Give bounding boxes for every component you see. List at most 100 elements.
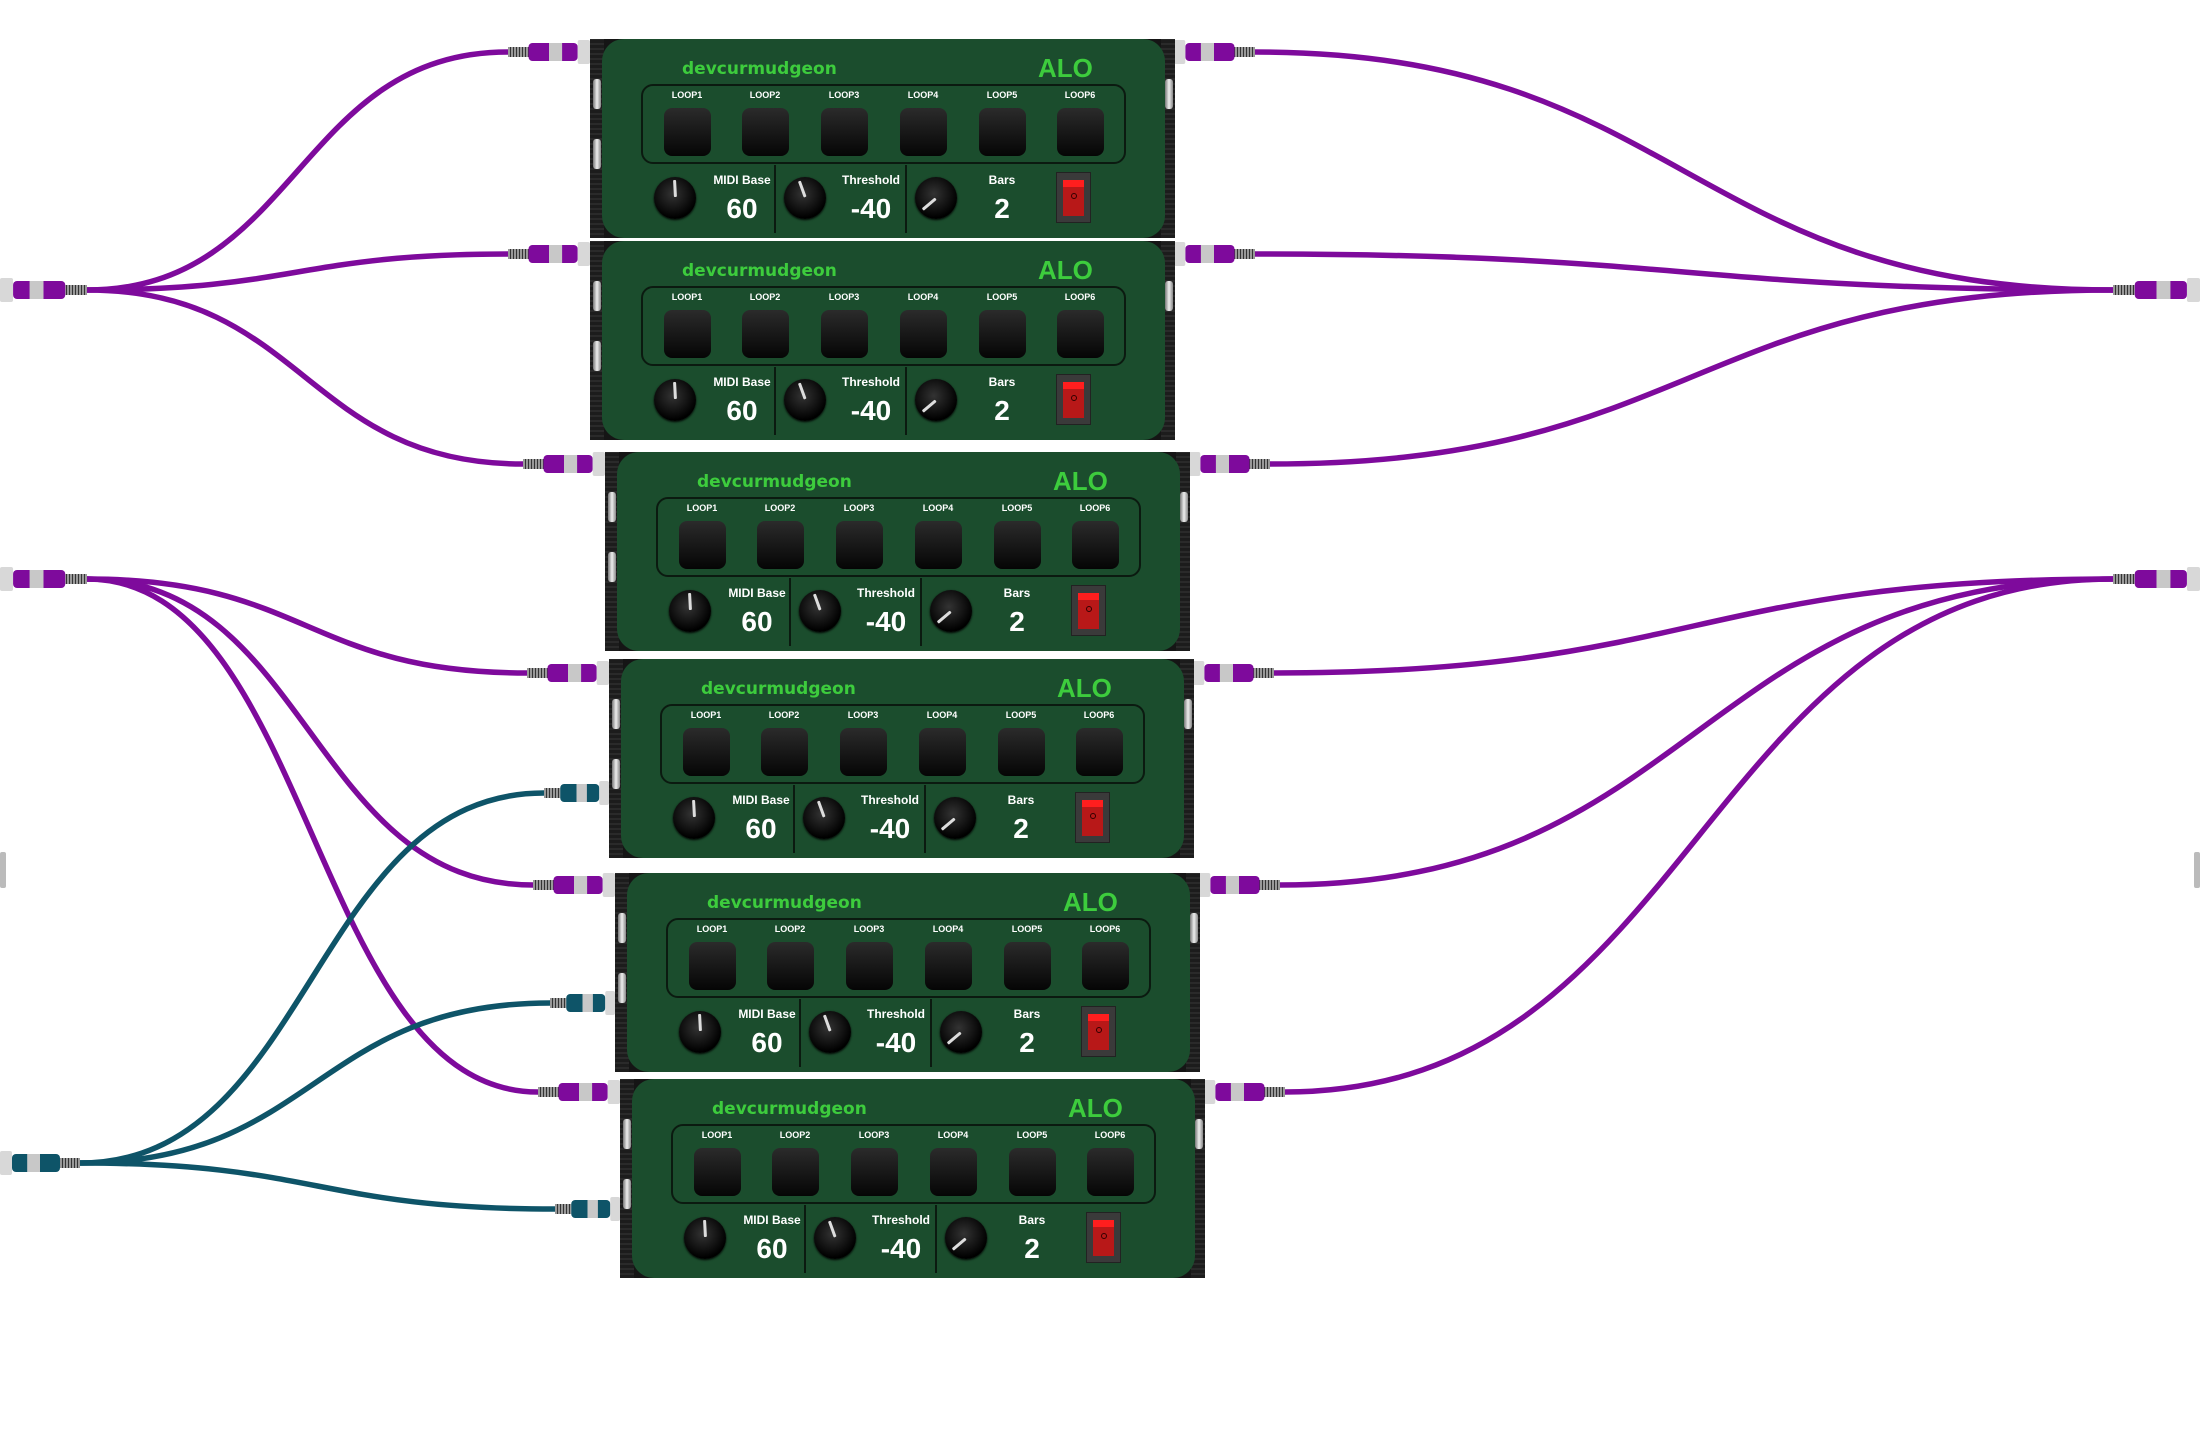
power-switch[interactable] [1081, 1006, 1116, 1057]
loop-3-button[interactable] [821, 108, 868, 156]
plug-icon[interactable] [2113, 278, 2200, 302]
patch-cable[interactable] [86, 576, 539, 1095]
power-switch[interactable] [1056, 374, 1091, 425]
loop-5-button[interactable] [979, 310, 1026, 358]
bars-knob[interactable] [940, 1011, 982, 1053]
loop-2-button[interactable] [742, 108, 789, 156]
loop-3-button[interactable] [846, 942, 893, 990]
loop-4-button[interactable] [919, 728, 966, 776]
loop-4-button[interactable] [900, 310, 947, 358]
bars-knob[interactable] [915, 379, 957, 421]
plug-icon[interactable] [1188, 452, 1270, 476]
loop-3-button[interactable] [840, 728, 887, 776]
power-switch[interactable] [1086, 1212, 1121, 1263]
side-jack[interactable] [1180, 492, 1188, 522]
plug-icon[interactable] [1203, 1080, 1285, 1104]
patch-cable[interactable] [79, 1000, 551, 1166]
plug-icon[interactable] [0, 1151, 80, 1175]
plug-icon[interactable] [544, 781, 609, 805]
plug-icon[interactable] [538, 1080, 620, 1104]
side-jack[interactable] [612, 699, 620, 729]
side-jack[interactable] [608, 492, 616, 522]
loop-1-button[interactable] [694, 1148, 741, 1196]
midi-base-knob[interactable] [654, 379, 696, 421]
loop-6-button[interactable] [1057, 108, 1104, 156]
loop-6-button[interactable] [1072, 521, 1119, 569]
patch-cable[interactable] [1269, 287, 2114, 467]
plug-icon[interactable] [1198, 873, 1280, 897]
loop-6-button[interactable] [1057, 310, 1104, 358]
plug-icon[interactable] [1173, 40, 1255, 64]
loop-2-button[interactable] [772, 1148, 819, 1196]
loop-5-button[interactable] [1009, 1148, 1056, 1196]
loop-2-button[interactable] [757, 521, 804, 569]
patch-cable[interactable] [86, 287, 524, 467]
bars-knob[interactable] [915, 177, 957, 219]
power-switch[interactable] [1071, 585, 1106, 636]
side-jack[interactable] [1165, 79, 1173, 109]
midi-base-knob[interactable] [654, 177, 696, 219]
plug-icon[interactable] [550, 991, 615, 1015]
loop-3-button[interactable] [851, 1148, 898, 1196]
side-jack[interactable] [618, 973, 626, 1003]
side-jack[interactable] [593, 341, 601, 371]
loop-4-button[interactable] [915, 521, 962, 569]
loop-1-button[interactable] [679, 521, 726, 569]
loop-4-button[interactable] [900, 108, 947, 156]
threshold-knob[interactable] [784, 177, 826, 219]
side-jack[interactable] [623, 1119, 631, 1149]
side-jack[interactable] [1165, 281, 1173, 311]
loop-3-button[interactable] [821, 310, 868, 358]
threshold-knob[interactable] [803, 797, 845, 839]
patch-cable[interactable] [86, 251, 509, 293]
plug-icon[interactable] [527, 661, 609, 685]
patch-cable[interactable] [79, 790, 545, 1166]
plug-icon[interactable] [533, 873, 615, 897]
power-switch[interactable] [1056, 172, 1091, 223]
side-jack[interactable] [1184, 699, 1192, 729]
threshold-knob[interactable] [814, 1217, 856, 1259]
side-jack[interactable] [593, 139, 601, 169]
power-switch[interactable] [1075, 792, 1110, 843]
plug-icon[interactable] [555, 1197, 620, 1221]
patch-cable[interactable] [1254, 251, 2114, 293]
loop-5-button[interactable] [998, 728, 1045, 776]
patch-cable[interactable] [1273, 576, 2114, 676]
loop-2-button[interactable] [767, 942, 814, 990]
plug-icon[interactable] [1192, 661, 1274, 685]
loop-5-button[interactable] [979, 108, 1026, 156]
midi-base-knob[interactable] [669, 590, 711, 632]
midi-base-knob[interactable] [684, 1217, 726, 1259]
plug-icon[interactable] [2113, 567, 2200, 591]
bars-knob[interactable] [930, 590, 972, 632]
plug-icon[interactable] [523, 452, 605, 476]
side-jack[interactable] [612, 759, 620, 789]
loop-3-button[interactable] [836, 521, 883, 569]
plug-icon[interactable] [508, 242, 590, 266]
loop-6-button[interactable] [1087, 1148, 1134, 1196]
loop-4-button[interactable] [925, 942, 972, 990]
plug-icon[interactable] [508, 40, 590, 64]
midi-base-knob[interactable] [673, 797, 715, 839]
loop-6-button[interactable] [1082, 942, 1129, 990]
loop-5-button[interactable] [994, 521, 1041, 569]
side-jack[interactable] [1190, 913, 1198, 943]
plug-icon[interactable] [0, 567, 87, 591]
loop-1-button[interactable] [689, 942, 736, 990]
side-jack[interactable] [593, 281, 601, 311]
loop-4-button[interactable] [930, 1148, 977, 1196]
loop-2-button[interactable] [742, 310, 789, 358]
loop-1-button[interactable] [664, 310, 711, 358]
patch-cable[interactable] [1284, 576, 2114, 1095]
bars-knob[interactable] [934, 797, 976, 839]
bars-knob[interactable] [945, 1217, 987, 1259]
side-jack[interactable] [608, 552, 616, 582]
loop-2-button[interactable] [761, 728, 808, 776]
side-jack[interactable] [623, 1179, 631, 1209]
midi-base-knob[interactable] [679, 1011, 721, 1053]
loop-1-button[interactable] [664, 108, 711, 156]
loop-1-button[interactable] [683, 728, 730, 776]
side-jack[interactable] [1195, 1119, 1203, 1149]
plug-icon[interactable] [0, 278, 87, 302]
loop-6-button[interactable] [1076, 728, 1123, 776]
